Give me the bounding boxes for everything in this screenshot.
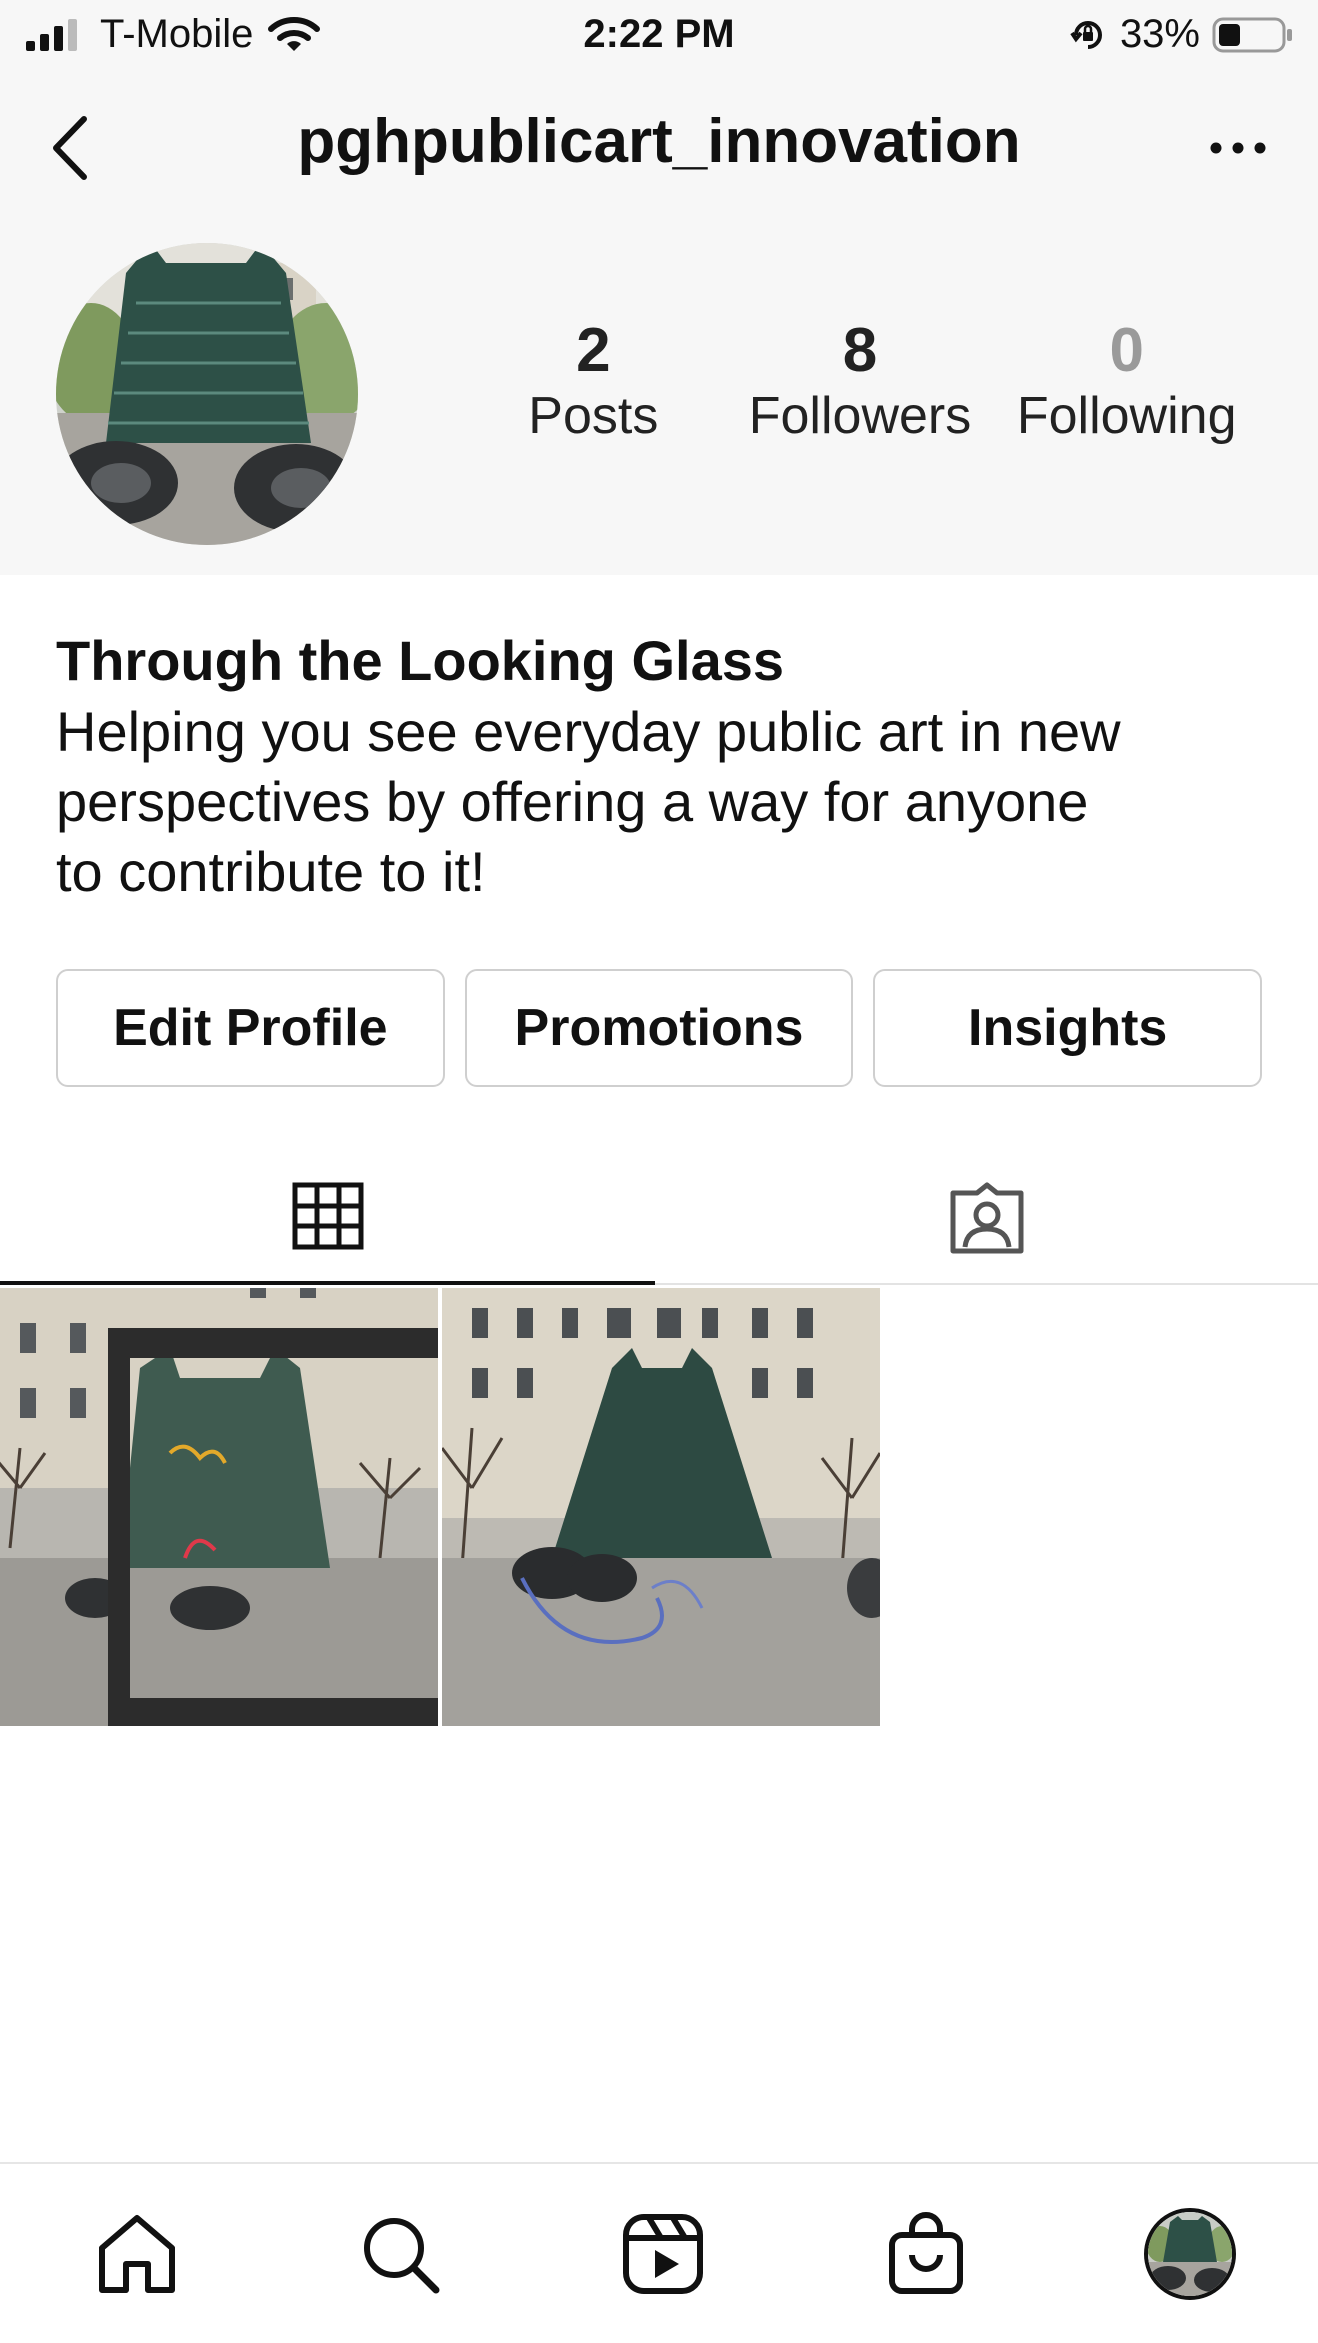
profile-username: pghpublicart_innovation: [297, 107, 1021, 176]
profile-page: T-Mobile 2:22 PM 33% pghpublicart_innova…: [0, 0, 1318, 2343]
nav-profile[interactable]: [1140, 2204, 1240, 2304]
edit-profile-button[interactable]: Edit Profile: [56, 969, 445, 1087]
posts-count: 2: [576, 316, 611, 385]
orientation-lock-icon: [1070, 20, 1102, 49]
bio-line: to contribute to it!: [56, 840, 486, 903]
profile-tabs: [0, 1150, 1318, 1285]
battery-icon: [1212, 17, 1292, 52]
post-thumbnail[interactable]: [0, 1288, 438, 1726]
battery-percent: 33%: [1119, 12, 1200, 56]
nav-home[interactable]: [87, 2204, 187, 2304]
tagged-icon: [950, 1182, 1023, 1253]
nav-search[interactable]: [350, 2204, 450, 2304]
posts-label: Posts: [528, 387, 659, 446]
profile-avatar: [1144, 2208, 1236, 2300]
post-thumbnail[interactable]: [442, 1288, 880, 1726]
home-icon: [99, 2215, 175, 2293]
nav-reels[interactable]: [613, 2204, 713, 2304]
post-photo: [442, 1288, 880, 1726]
following-count: 0: [1109, 316, 1144, 385]
profile-stats: 2 Posts 8 Followers 0 Following: [460, 318, 1260, 451]
bio-line: perspectives by offering a way for anyon…: [56, 770, 1089, 833]
insights-button[interactable]: Insights: [873, 969, 1263, 1087]
sculpture-photo: [56, 243, 358, 545]
followers-count: 8: [842, 316, 878, 385]
following-label: Following: [1016, 387, 1237, 446]
post-photo: [0, 1288, 438, 1726]
profile-avatar[interactable]: [56, 243, 358, 545]
posts-stat[interactable]: 2 Posts: [460, 318, 727, 451]
more-options-button[interactable]: [1198, 118, 1278, 178]
followers-label: Followers: [748, 387, 972, 446]
nav-shop[interactable]: [876, 2204, 976, 2304]
reels-icon: [623, 2214, 703, 2294]
bottom-navigation: [0, 2162, 1318, 2343]
sculpture-photo: [1148, 2212, 1232, 2296]
more-horizontal-icon: [1210, 142, 1266, 154]
promotions-button[interactable]: Promotions: [464, 969, 854, 1087]
followers-stat[interactable]: 8 Followers: [727, 318, 994, 451]
profile-top-bar: pghpublicart_innovation: [0, 88, 1318, 208]
search-icon: [364, 2218, 440, 2294]
tab-grid[interactable]: [0, 1150, 655, 1285]
bio-name: Through the Looking Glass: [56, 629, 784, 692]
posts-grid: [0, 1288, 880, 1726]
profile-actions: Edit Profile Promotions Insights: [56, 969, 1263, 1087]
grid-icon: [292, 1182, 363, 1249]
status-bar: T-Mobile 2:22 PM 33%: [0, 0, 1318, 70]
following-stat[interactable]: 0 Following: [993, 318, 1260, 451]
tab-tagged[interactable]: [659, 1150, 1314, 1285]
shop-icon: [889, 2212, 963, 2294]
profile-bio: Through the Looking Glass Helping you se…: [56, 625, 1276, 907]
bio-line: Helping you see everyday public art in n…: [56, 700, 1121, 763]
